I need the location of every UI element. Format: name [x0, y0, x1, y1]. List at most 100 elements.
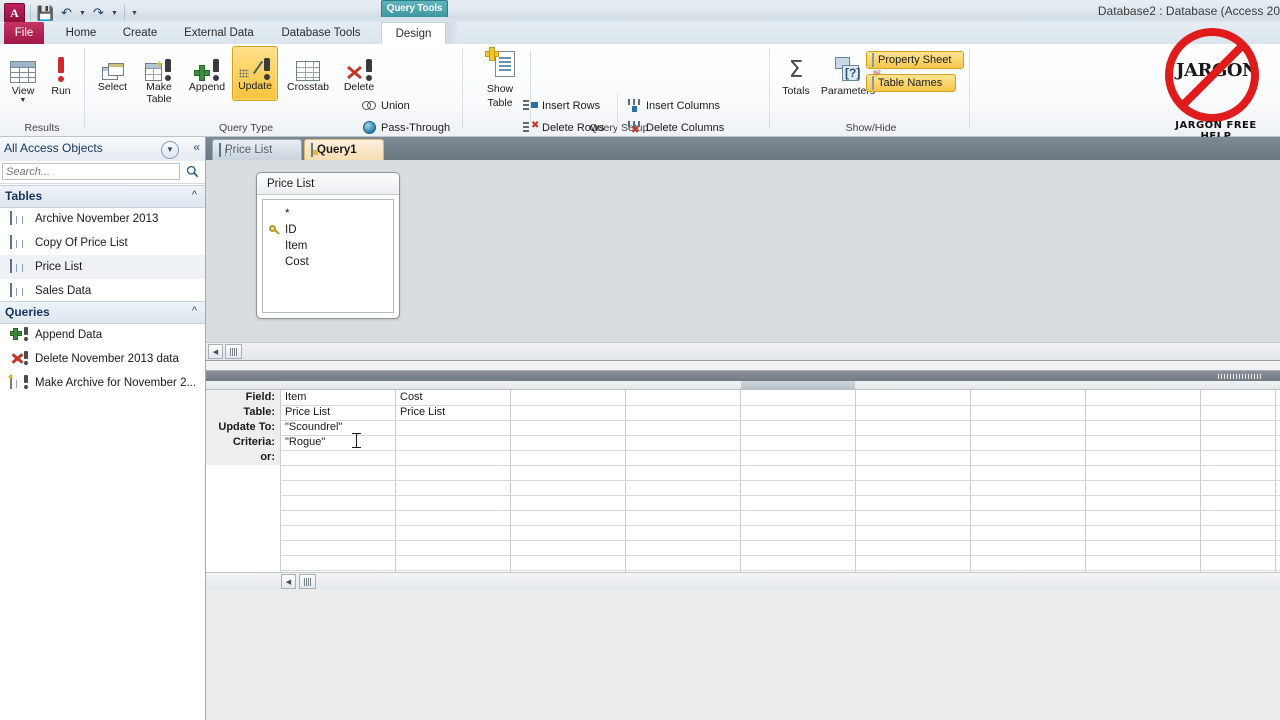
cell-or-0[interactable]: [281, 450, 395, 465]
grid-cell-area[interactable]: Item Price List "Scoundrel" "Rogue" Cost…: [280, 381, 1280, 589]
redo-dropdown-icon[interactable]: ▼: [110, 4, 119, 23]
nav-item-archive-november-2013[interactable]: Archive November 2013: [0, 207, 205, 231]
splitter-grip: [1218, 374, 1262, 379]
field-list-item-id[interactable]: ID: [263, 222, 393, 238]
nav-section-tables[interactable]: Tables ^: [0, 185, 205, 208]
tab-external-data[interactable]: External Data: [174, 22, 264, 44]
table-names-icon: [872, 76, 874, 90]
search-input[interactable]: [2, 163, 180, 180]
scroll-thumb[interactable]: [225, 344, 242, 359]
doc-tab-price-list[interactable]: Price List: [212, 139, 302, 160]
contextual-tab-group-query-tools: Query Tools: [381, 0, 448, 17]
append-query-button[interactable]: Append: [183, 47, 231, 93]
row-label-table: Table:: [243, 406, 275, 418]
save-icon[interactable]: 💾: [36, 4, 55, 23]
crosstab-query-label: Crosstab: [286, 81, 329, 93]
field-list-item-asterisk[interactable]: *: [263, 206, 393, 222]
delete-rows-button[interactable]: Delete Rows: [523, 120, 604, 135]
group-label-results: Results: [24, 122, 60, 134]
view-dropdown-icon[interactable]: ▼: [0, 97, 46, 105]
delete-query-button[interactable]: Delete: [337, 47, 381, 93]
undo-dropdown-icon[interactable]: ▼: [78, 4, 87, 23]
union-button[interactable]: Union: [362, 98, 410, 113]
nav-item-delete-november-2013-data[interactable]: Delete November 2013 data: [0, 347, 205, 371]
show-table-label-1: Show: [486, 83, 514, 95]
nav-item-price-list[interactable]: Price List: [0, 255, 205, 279]
doc-tab-label: Query1: [317, 144, 357, 156]
nav-section-queries[interactable]: Queries ^: [0, 301, 205, 324]
cell-field-1[interactable]: Cost: [396, 390, 510, 405]
table-icon: [10, 234, 27, 251]
nav-item-copy-of-price-list[interactable]: Copy Of Price List: [0, 231, 205, 255]
cell-criteria-1[interactable]: [396, 435, 510, 450]
search-icon[interactable]: [186, 165, 199, 178]
run-button[interactable]: Run: [38, 47, 84, 97]
run-button-label: Run: [51, 85, 71, 97]
collapse-chevron-icon[interactable]: ^: [192, 305, 197, 317]
scroll-left-icon[interactable]: ◀: [208, 344, 223, 359]
tab-home[interactable]: Home: [56, 22, 106, 44]
make-table-query-button[interactable]: ✦ Make Table: [136, 47, 182, 105]
col-header-0[interactable]: [281, 381, 395, 389]
field-list-item-cost[interactable]: Cost: [263, 254, 393, 270]
nav-item-label: Price List: [35, 261, 83, 273]
delete-query-label: Delete: [343, 81, 375, 93]
cell-table-1[interactable]: Price List: [396, 405, 510, 420]
nav-item-append-data[interactable]: Append Data: [0, 323, 205, 347]
text-cursor-ibeam: [352, 433, 361, 448]
delete-columns-button[interactable]: Delete Columns: [627, 120, 724, 136]
access-app-icon[interactable]: A: [4, 2, 25, 24]
col-header-1[interactable]: [396, 381, 510, 389]
customize-qat-icon[interactable]: ▼: [130, 4, 139, 23]
property-sheet-toggle[interactable]: Property Sheet: [866, 51, 964, 69]
scroll-left-icon[interactable]: ◀: [281, 574, 296, 589]
totals-button[interactable]: Σ Totals: [773, 47, 819, 97]
query-excl-mark: [24, 326, 29, 341]
update-query-button[interactable]: Update: [232, 46, 278, 101]
design-surface-horizontal-scrollbar[interactable]: ◀: [206, 342, 1280, 360]
nav-pane-header[interactable]: All Access Objects ▼ «: [0, 137, 205, 162]
qat-divider: [30, 5, 31, 21]
nav-pane-title: All Access Objects: [4, 141, 103, 155]
cell-criteria-0[interactable]: "Rogue": [281, 435, 395, 450]
collapse-chevron-icon[interactable]: ^: [192, 189, 197, 201]
select-query-icon: [90, 47, 135, 81]
query-design-grid[interactable]: Field: Table: Update To: Criteria: or: I…: [206, 381, 1280, 589]
nav-item-make-archive-for-november[interactable]: ✦ Make Archive for November 2...: [0, 371, 205, 395]
cell-or-1[interactable]: [396, 450, 510, 465]
cell-table-0[interactable]: Price List: [281, 405, 395, 420]
delete-rows-label: Delete Rows: [542, 121, 605, 134]
tab-create[interactable]: Create: [114, 22, 166, 44]
field-list-item-item[interactable]: Item: [263, 238, 393, 254]
query-design-surface[interactable]: Price List * ID Item Cost ◀: [206, 160, 1280, 361]
insert-rows-button[interactable]: Insert Rows: [523, 98, 600, 113]
table-names-toggle[interactable]: Table Names: [866, 74, 956, 92]
query-setup-inner-divider-2: [617, 94, 618, 128]
nav-item-sales-data[interactable]: Sales Data: [0, 279, 205, 303]
cell-update-to-1[interactable]: [396, 420, 510, 435]
pass-through-button[interactable]: Pass-Through: [362, 120, 450, 135]
grid-row-divider: [280, 480, 1280, 481]
cell-field-0[interactable]: Item: [281, 390, 395, 405]
group-divider-3: [769, 48, 770, 128]
tab-file[interactable]: File: [4, 22, 44, 44]
undo-icon[interactable]: ↶: [57, 4, 76, 23]
grid-row-divider: [280, 495, 1280, 496]
col-header-4[interactable]: [741, 381, 855, 389]
scroll-thumb[interactable]: [299, 574, 316, 589]
insert-columns-button[interactable]: Insert Columns: [627, 98, 720, 113]
doc-tab-query1[interactable]: Query1: [304, 139, 384, 160]
query-grid-horizontal-scrollbar[interactable]: ◀: [206, 572, 1280, 590]
tab-database-tools[interactable]: Database Tools: [272, 22, 370, 44]
shutter-bar-collapse-icon[interactable]: «: [193, 140, 200, 154]
cell-update-to-0[interactable]: "Scoundrel": [281, 420, 395, 435]
redo-icon[interactable]: ↷: [89, 4, 108, 23]
tab-design[interactable]: Design: [381, 22, 446, 44]
select-query-button[interactable]: Select: [90, 47, 135, 93]
nav-pane-menu-icon[interactable]: ▼: [161, 141, 179, 159]
crosstab-query-button[interactable]: Crosstab: [280, 47, 336, 93]
show-table-button[interactable]: Show Table: [474, 47, 526, 109]
row-label-field: Field:: [245, 391, 275, 403]
show-table-label-2: Table: [487, 97, 513, 109]
table-field-list-price-list[interactable]: Price List * ID Item Cost: [256, 172, 400, 319]
